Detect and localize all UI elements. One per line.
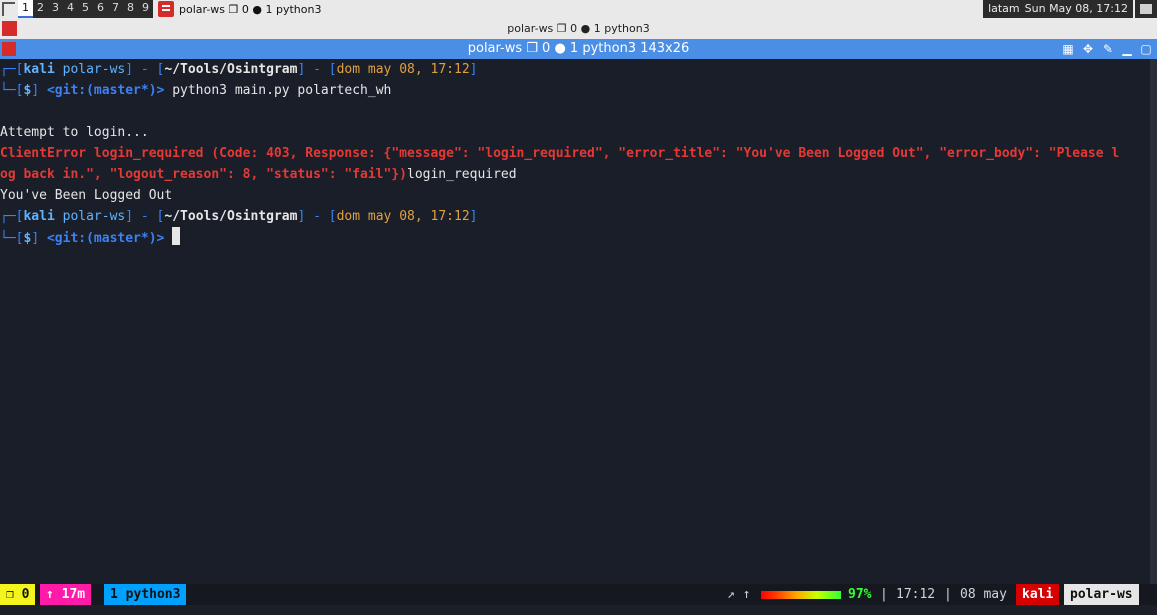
prompt-line-command: └─[$] <git:(master*)> python3 main.py po… [0,83,392,98]
taskbar-item-label: polar-ws ❐ 0 ● 1 python3 [179,2,322,16]
status-time: 17:12 [896,587,936,602]
title-strip-text: polar-ws ❐ 0 ● 1 python3 [507,22,650,35]
uptime-indicator: ↑ 17m [40,584,92,605]
system-tray: latam Sun May 08, 17:12 [983,0,1133,18]
move-icon[interactable]: ✥ [1081,42,1095,56]
workspace-1[interactable]: 1 [18,0,33,18]
window-titlebar[interactable]: polar-ws ❐ 0 ● 1 python3 143x26 ▦ ✥ ✎ ▁ … [0,39,1157,59]
keyboard-layout[interactable]: latam [983,0,1025,18]
prompt-line-top: ┌─[kali polar-ws] - [~/Tools/Osintgram] … [0,62,478,77]
output-error-line2: og back in.", "logout_reason": 8, "statu… [0,167,517,182]
workspace-2[interactable]: 2 [33,0,48,18]
terminal-view[interactable]: ┌─[kali polar-ws] - [~/Tools/Osintgram] … [0,59,1157,584]
terminal-scrollbar[interactable] [1150,59,1157,584]
workspace-9[interactable]: 9 [138,0,153,18]
minimize-icon[interactable]: ▁ [1120,42,1134,56]
workspace-7[interactable]: 7 [108,0,123,18]
session-indicator: ❐ 0 [0,584,36,605]
bottom-strip [0,605,1157,615]
workspace-switcher: 123456789 [18,0,153,18]
maximize-icon[interactable]: ▢ [1139,42,1153,56]
pin-icon[interactable]: ✎ [1101,42,1115,56]
status-host: polar-ws [1064,584,1139,605]
tmux-status-bar: ❐ 0 ↑ 17m 1 python3 ↗ ↑ 97% | 17:12 | 08… [0,584,1157,605]
menu-icon[interactable] [2,2,15,16]
workspace-8[interactable]: 8 [123,0,138,18]
window-tab-python3[interactable]: 1 python3 [104,584,187,605]
grid-icon[interactable]: ▦ [1061,42,1075,56]
clock[interactable]: Sun May 08, 17:12 [1024,0,1133,18]
output-error-line1: ClientError login_required (Code: 403, R… [0,146,1120,161]
status-date: 08 may [960,587,1007,602]
output-attempt: Attempt to login... [0,125,149,140]
workspace-6[interactable]: 6 [93,0,108,18]
window-title-strip: polar-ws ❐ 0 ● 1 python3 [0,18,1157,39]
workspace-5[interactable]: 5 [78,0,93,18]
workspace-3[interactable]: 3 [48,0,63,18]
prompt2-line-top: ┌─[kali polar-ws] - [~/Tools/Osintgram] … [0,209,478,224]
separator: | [944,587,952,602]
prompt2-line-input[interactable]: └─[$] <git:(master*)> [0,227,181,248]
text-cursor [172,227,181,245]
battery-bar [761,591,841,599]
window-title: polar-ws ❐ 0 ● 1 python3 143x26 [467,41,690,56]
battery-percent: 97% [848,587,872,602]
desktop-icon[interactable] [1135,0,1157,18]
output-logged-out: You've Been Logged Out [0,188,173,203]
workspace-4[interactable]: 4 [63,0,78,18]
status-user: kali [1016,584,1060,605]
arrows-indicator: ↗ ↑ [727,587,751,602]
top-panel: 123456789 polar-ws ❐ 0 ● 1 python3 latam… [0,0,1157,18]
taskbar-item[interactable]: polar-ws ❐ 0 ● 1 python3 [158,0,321,18]
kali-app-icon [158,1,174,17]
separator: | [880,587,888,602]
